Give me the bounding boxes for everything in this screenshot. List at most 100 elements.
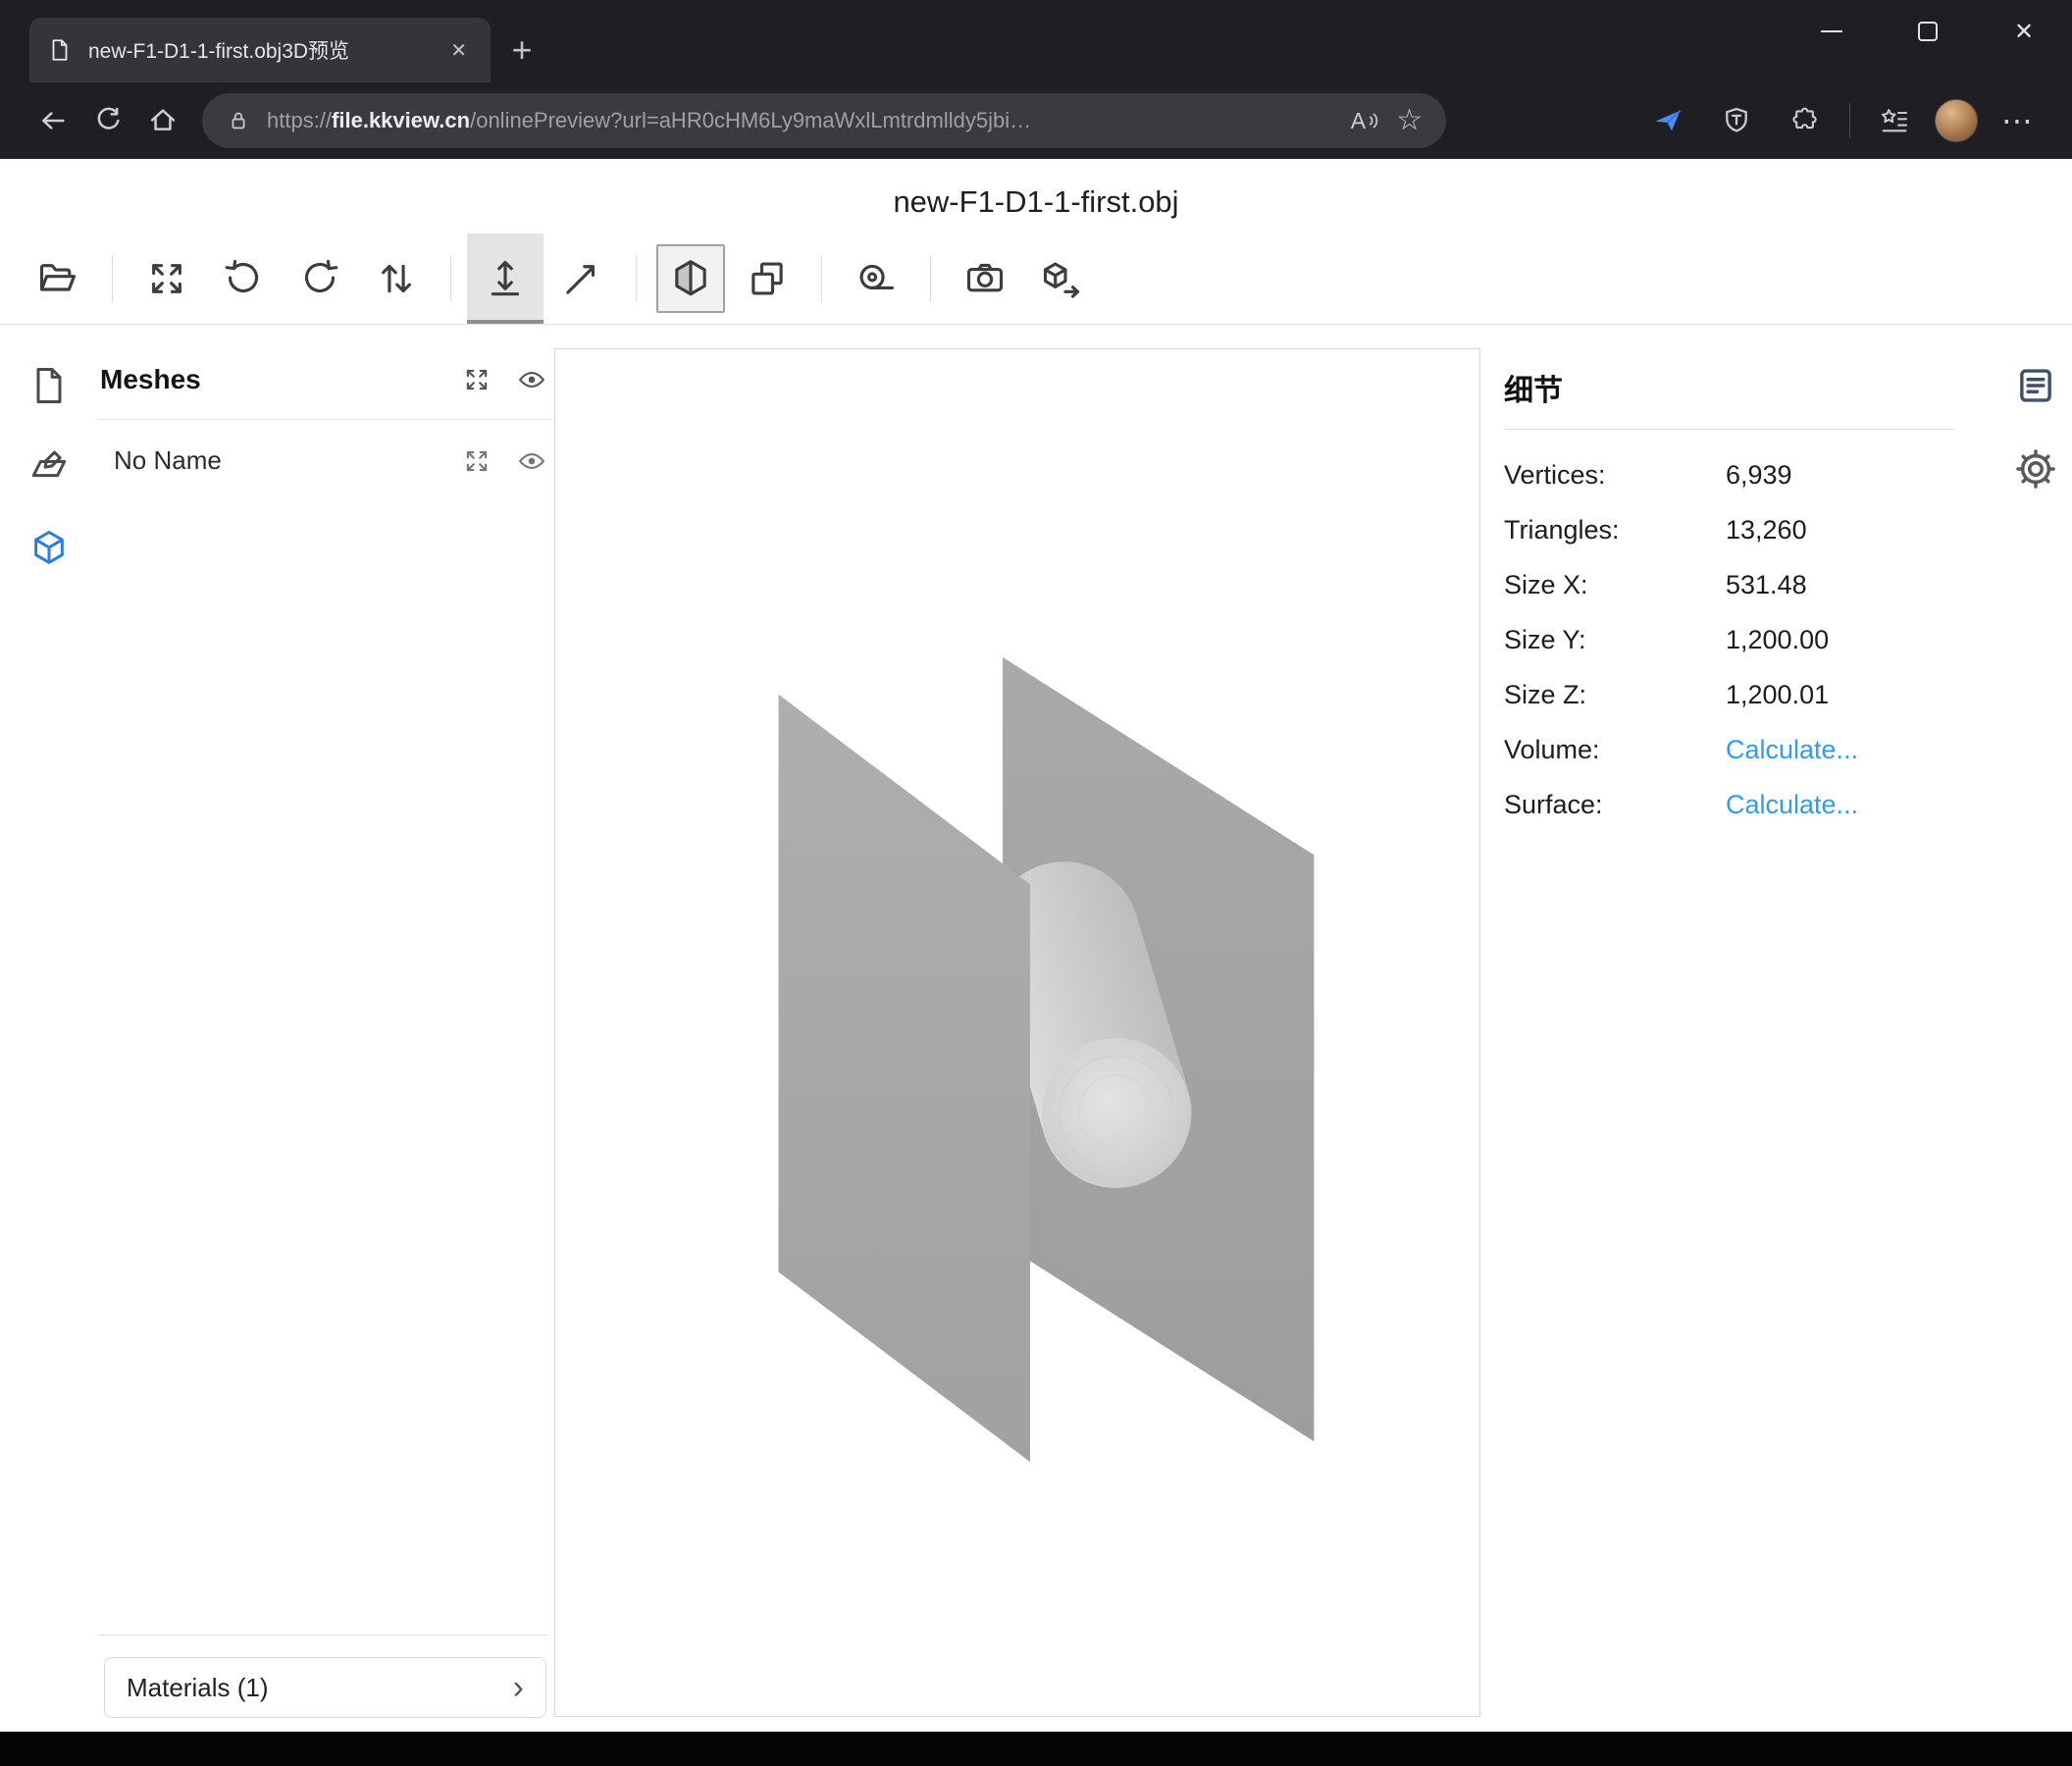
url-bar[interactable]: https://file.kkview.cn/onlinePreview?url…: [202, 93, 1446, 148]
measure-button[interactable]: [838, 234, 914, 324]
window-controls: ✕: [1784, 0, 2072, 63]
new-tab-button[interactable]: +: [491, 18, 553, 82]
materials-button-label: Materials (1): [127, 1673, 268, 1703]
zoom-to-mesh-icon[interactable]: [462, 446, 492, 476]
puzzle-icon: [1789, 105, 1821, 136]
move-tool-icon: [484, 257, 527, 300]
projection-icon: [746, 257, 789, 300]
detail-row-size-z: Size Z: 1,200.01: [1504, 667, 1999, 722]
window-minimize-button[interactable]: [1784, 0, 1880, 63]
detail-value: 531.48: [1726, 570, 1807, 600]
detail-value: 6,939: [1726, 460, 1792, 491]
detail-row-vertices: Vertices: 6,939: [1504, 447, 1999, 502]
export-cube-icon: [1040, 257, 1083, 300]
read-aloud-icon: A: [1351, 108, 1366, 134]
model-viewport[interactable]: [554, 348, 1480, 1717]
taskbar-strip: [0, 1732, 2072, 1766]
detail-row-triangles: Triangles: 13,260: [1504, 502, 1999, 557]
shaded-view-button[interactable]: [656, 244, 725, 313]
details-rows: Vertices: 6,939 Triangles: 13,260 Size X…: [1504, 447, 1999, 832]
rotate-right-button[interactable]: [282, 234, 358, 324]
toolbar-separator: [636, 255, 637, 302]
toolbar-separator: [450, 255, 451, 302]
model-scene: [555, 349, 1479, 1716]
url-scheme: https://: [267, 108, 332, 132]
url-path: /onlinePreview?url=aHR0cHM6Ly9maWxlLmtrd…: [470, 108, 1031, 132]
favorite-star-icon[interactable]: ☆: [1396, 106, 1423, 135]
details-panel-button[interactable]: [2014, 364, 2057, 412]
detail-label: Size Z:: [1504, 680, 1726, 710]
flip-vertical-button[interactable]: [358, 234, 435, 324]
minimize-icon: [1821, 30, 1842, 32]
screenshot-button[interactable]: [947, 234, 1023, 324]
visibility-mesh-icon[interactable]: [517, 446, 546, 476]
detail-label: Volume:: [1504, 735, 1726, 765]
meshes-panel-button[interactable]: [27, 527, 71, 575]
mesh-list-item[interactable]: No Name: [98, 420, 552, 476]
home-button[interactable]: [135, 93, 190, 148]
open-file-icon: [36, 257, 79, 300]
open-file-button[interactable]: [20, 234, 96, 324]
details-divider: [1504, 429, 1955, 430]
right-icon-strip: [1999, 325, 2072, 1732]
detail-label: Vertices:: [1504, 460, 1726, 491]
url-text: https://file.kkview.cn/onlinePreview?url…: [267, 108, 1335, 133]
fit-view-button[interactable]: [129, 234, 205, 324]
profile-avatar[interactable]: [1935, 99, 1978, 142]
back-icon: [37, 105, 69, 136]
detail-row-size-y: Size Y: 1,200.00: [1504, 612, 1999, 667]
materials-icon: [27, 445, 71, 489]
mesh-item-name: No Name: [114, 445, 437, 476]
measure-tape-icon: [855, 257, 898, 300]
extension-blue-button[interactable]: [1639, 93, 1696, 148]
meshes-panel: Meshes No Name Materials (1) ›: [98, 325, 554, 1732]
window-maximize-button[interactable]: [1880, 0, 1976, 63]
file-icon: [27, 364, 71, 407]
detail-row-surface: Surface: Calculate...: [1504, 777, 1999, 832]
browser-tab[interactable]: new-F1-D1-1-first.obj3D预览 ✕: [29, 18, 491, 82]
meshes-panel-header: Meshes: [98, 364, 552, 420]
projection-button[interactable]: [729, 234, 805, 324]
window-close-button[interactable]: ✕: [1976, 0, 2072, 63]
model-plane-left: [779, 695, 1030, 1462]
mesh-cube-icon: [27, 527, 71, 570]
file-panel-button[interactable]: [27, 364, 71, 412]
shield-extension-button[interactable]: [1708, 93, 1765, 148]
back-button[interactable]: [26, 93, 80, 148]
read-aloud-button[interactable]: A: [1351, 108, 1380, 134]
tab-close-icon[interactable]: ✕: [444, 38, 473, 63]
rotate-left-button[interactable]: [205, 234, 282, 324]
detail-value: 13,260: [1726, 515, 1807, 545]
line-tool-button[interactable]: [544, 234, 620, 324]
viewer-content: Meshes No Name Materials (1) ›: [0, 325, 2072, 1732]
flip-vertical-icon: [375, 257, 418, 300]
materials-panel-button[interactable]: [27, 445, 71, 493]
meshes-header-title: Meshes: [100, 364, 437, 395]
line-tool-icon: [560, 257, 603, 300]
calculate-volume-link[interactable]: Calculate...: [1726, 735, 1858, 765]
browser-menu-button[interactable]: ⋯: [1990, 93, 2046, 148]
materials-button[interactable]: Materials (1) ›: [104, 1657, 546, 1718]
settings-button[interactable]: [2014, 447, 2057, 495]
paper-plane-icon: [1652, 105, 1684, 136]
camera-icon: [963, 257, 1007, 300]
move-tool-button[interactable]: [467, 234, 544, 324]
export-view-button[interactable]: [1023, 234, 1100, 324]
extensions-button[interactable]: [1777, 93, 1834, 148]
favorites-hub-button[interactable]: [1866, 93, 1923, 148]
panel-spacer: [98, 476, 552, 1635]
fit-view-icon: [145, 257, 188, 300]
visibility-all-icon[interactable]: [517, 365, 546, 394]
zoom-to-all-icon[interactable]: [462, 365, 492, 394]
toolbar-separator: [821, 255, 822, 302]
details-panel: 细节 Vertices: 6,939 Triangles: 13,260 Siz…: [1480, 325, 1999, 1732]
star-list-icon: [1879, 105, 1910, 136]
detail-row-volume: Volume: Calculate...: [1504, 722, 1999, 777]
preview-page: new-F1-D1-1-first.obj: [0, 159, 2072, 1732]
chevron-right-icon: ›: [513, 1671, 524, 1704]
settings-gear-icon: [2014, 447, 2057, 491]
refresh-button[interactable]: [80, 93, 135, 148]
rotate-left-icon: [222, 257, 265, 300]
calculate-surface-link[interactable]: Calculate...: [1726, 790, 1858, 820]
left-icon-strip: [0, 325, 98, 1732]
